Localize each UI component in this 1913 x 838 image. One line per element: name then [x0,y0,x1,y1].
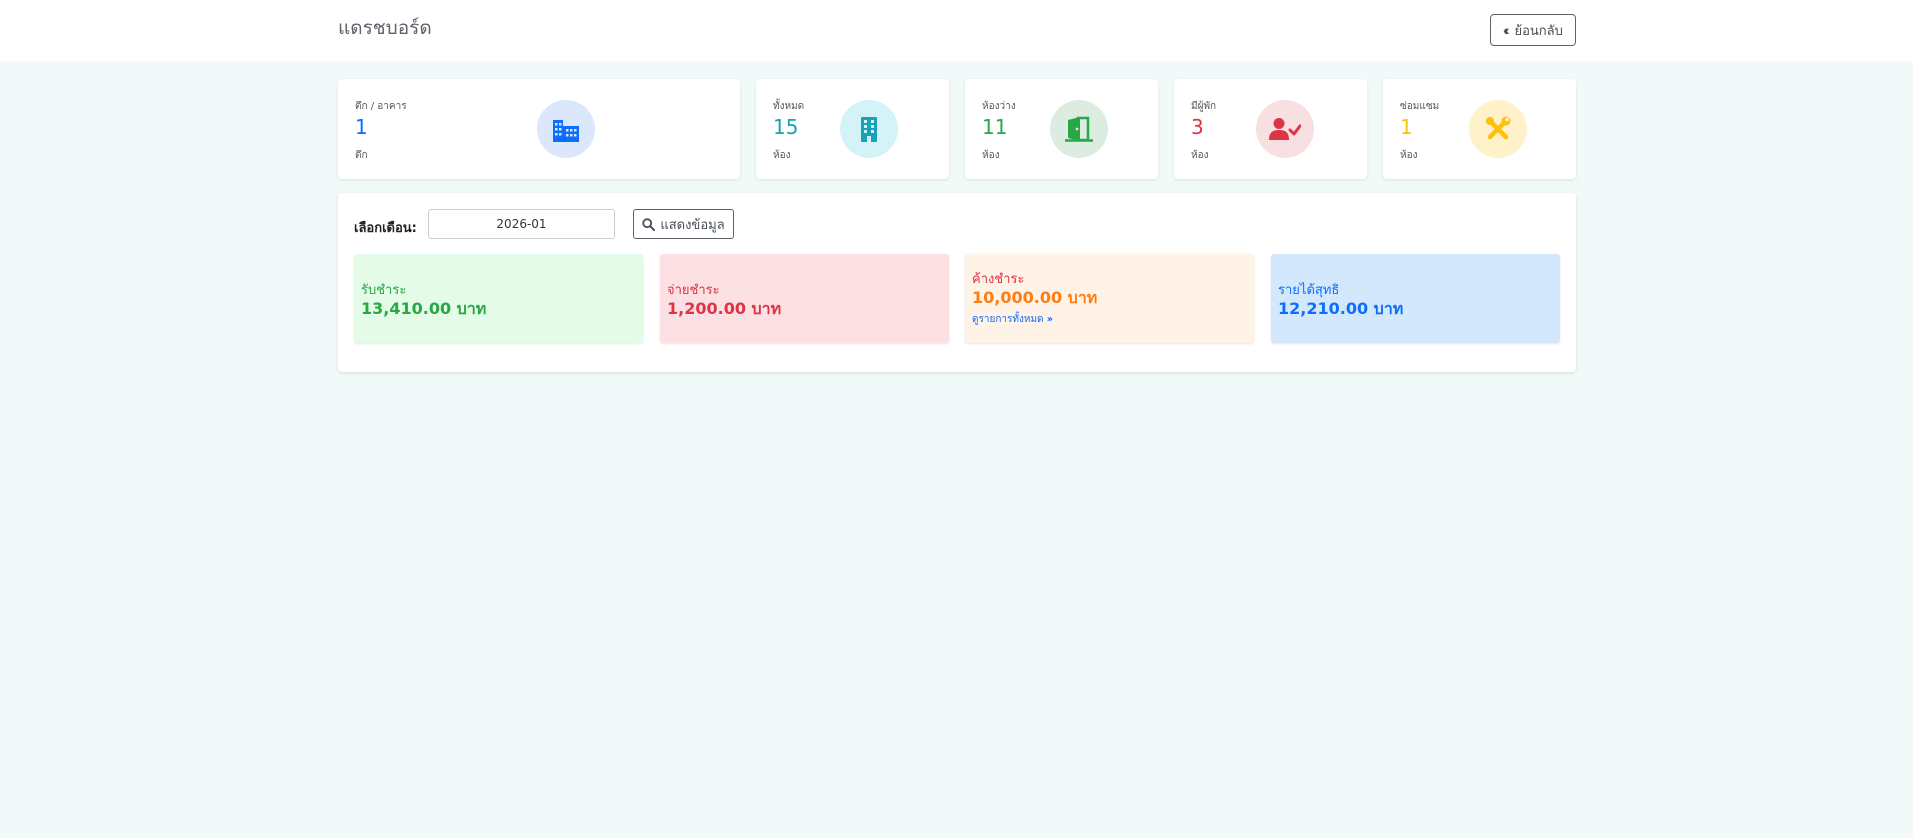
month-input[interactable] [428,209,615,239]
tools-icon [1469,100,1527,158]
stat-label: ห้องว่าง [982,101,1016,112]
summary-net-income: รายได้สุทธิ 12,210.00 บาท [1271,254,1560,343]
stat-value: 3 [1191,115,1204,139]
buildings-icon [537,100,595,158]
stat-value: 15 [773,115,799,139]
stat-card-buildings: ตึก / อาคาร 1 ตึก [338,79,740,179]
stat-card-total-rooms: ทั้งหมด 15 ห้อง [756,79,949,179]
stat-card-occupied-rooms: มีผู้พัก 3 ห้อง [1174,79,1367,179]
back-button[interactable]: ‹‹ ย้อนกลับ [1490,14,1576,46]
stat-unit: ห้อง [982,150,1000,161]
door-open-icon [1050,100,1108,158]
page-title: แดรชบอร์ด [338,17,432,39]
summary-paid: จ่ายชำระ 1,200.00 บาท [660,254,949,343]
stat-card-vacant-rooms: ห้องว่าง 11 ห้อง [965,79,1158,179]
stat-value: 11 [982,115,1008,139]
stat-unit: ตึก [355,150,368,161]
stat-label: ตึก / อาคาร [355,101,407,112]
view-all-link-label: ดูรายการทั้งหมด [972,314,1044,325]
stat-label: ซ่อมแซม [1400,101,1440,112]
stat-label: มีผู้พัก [1191,101,1217,112]
double-chevron-right-icon: ›› [1046,314,1053,325]
building-icon [840,100,898,158]
top-bar: แดรชบอร์ด ‹‹ ย้อนกลับ [0,0,1913,61]
summary-value: 10,000.00 บาท [972,288,1098,307]
stat-card-maintenance: ซ่อมแซม 1 ห้อง [1383,79,1576,179]
stat-unit: ห้อง [1400,150,1418,161]
user-check-icon [1256,100,1314,158]
financial-summary-panel: เลือกเดือน: แสดงข้อมูล รับชำระ 13,410.00… [338,193,1576,372]
back-button-label: ย้อนกลับ [1514,22,1563,38]
view-all-link[interactable]: ดูรายการทั้งหมด ›› [972,312,1053,327]
stat-value: 1 [1400,115,1413,139]
summary-value: 13,410.00 บาท [361,299,487,318]
show-data-button-label: แสดงข้อมูล [660,216,725,232]
double-chevron-left-icon: ‹‹ [1503,22,1510,38]
stat-label: ทั้งหมด [773,101,805,112]
summary-received: รับชำระ 13,410.00 บาท [354,254,643,343]
summary-outstanding: ค้างชำระ 10,000.00 บาท ดูรายการทั้งหมด ›… [965,254,1254,343]
search-icon [642,217,656,231]
stat-unit: ห้อง [1191,150,1209,161]
month-label: เลือกเดือน: [354,221,417,236]
stat-unit: ห้อง [773,150,791,161]
stat-value: 1 [355,115,368,139]
show-data-button[interactable]: แสดงข้อมูล [633,209,734,239]
summary-value: 12,210.00 บาท [1278,299,1404,318]
summary-value: 1,200.00 บาท [667,299,782,318]
